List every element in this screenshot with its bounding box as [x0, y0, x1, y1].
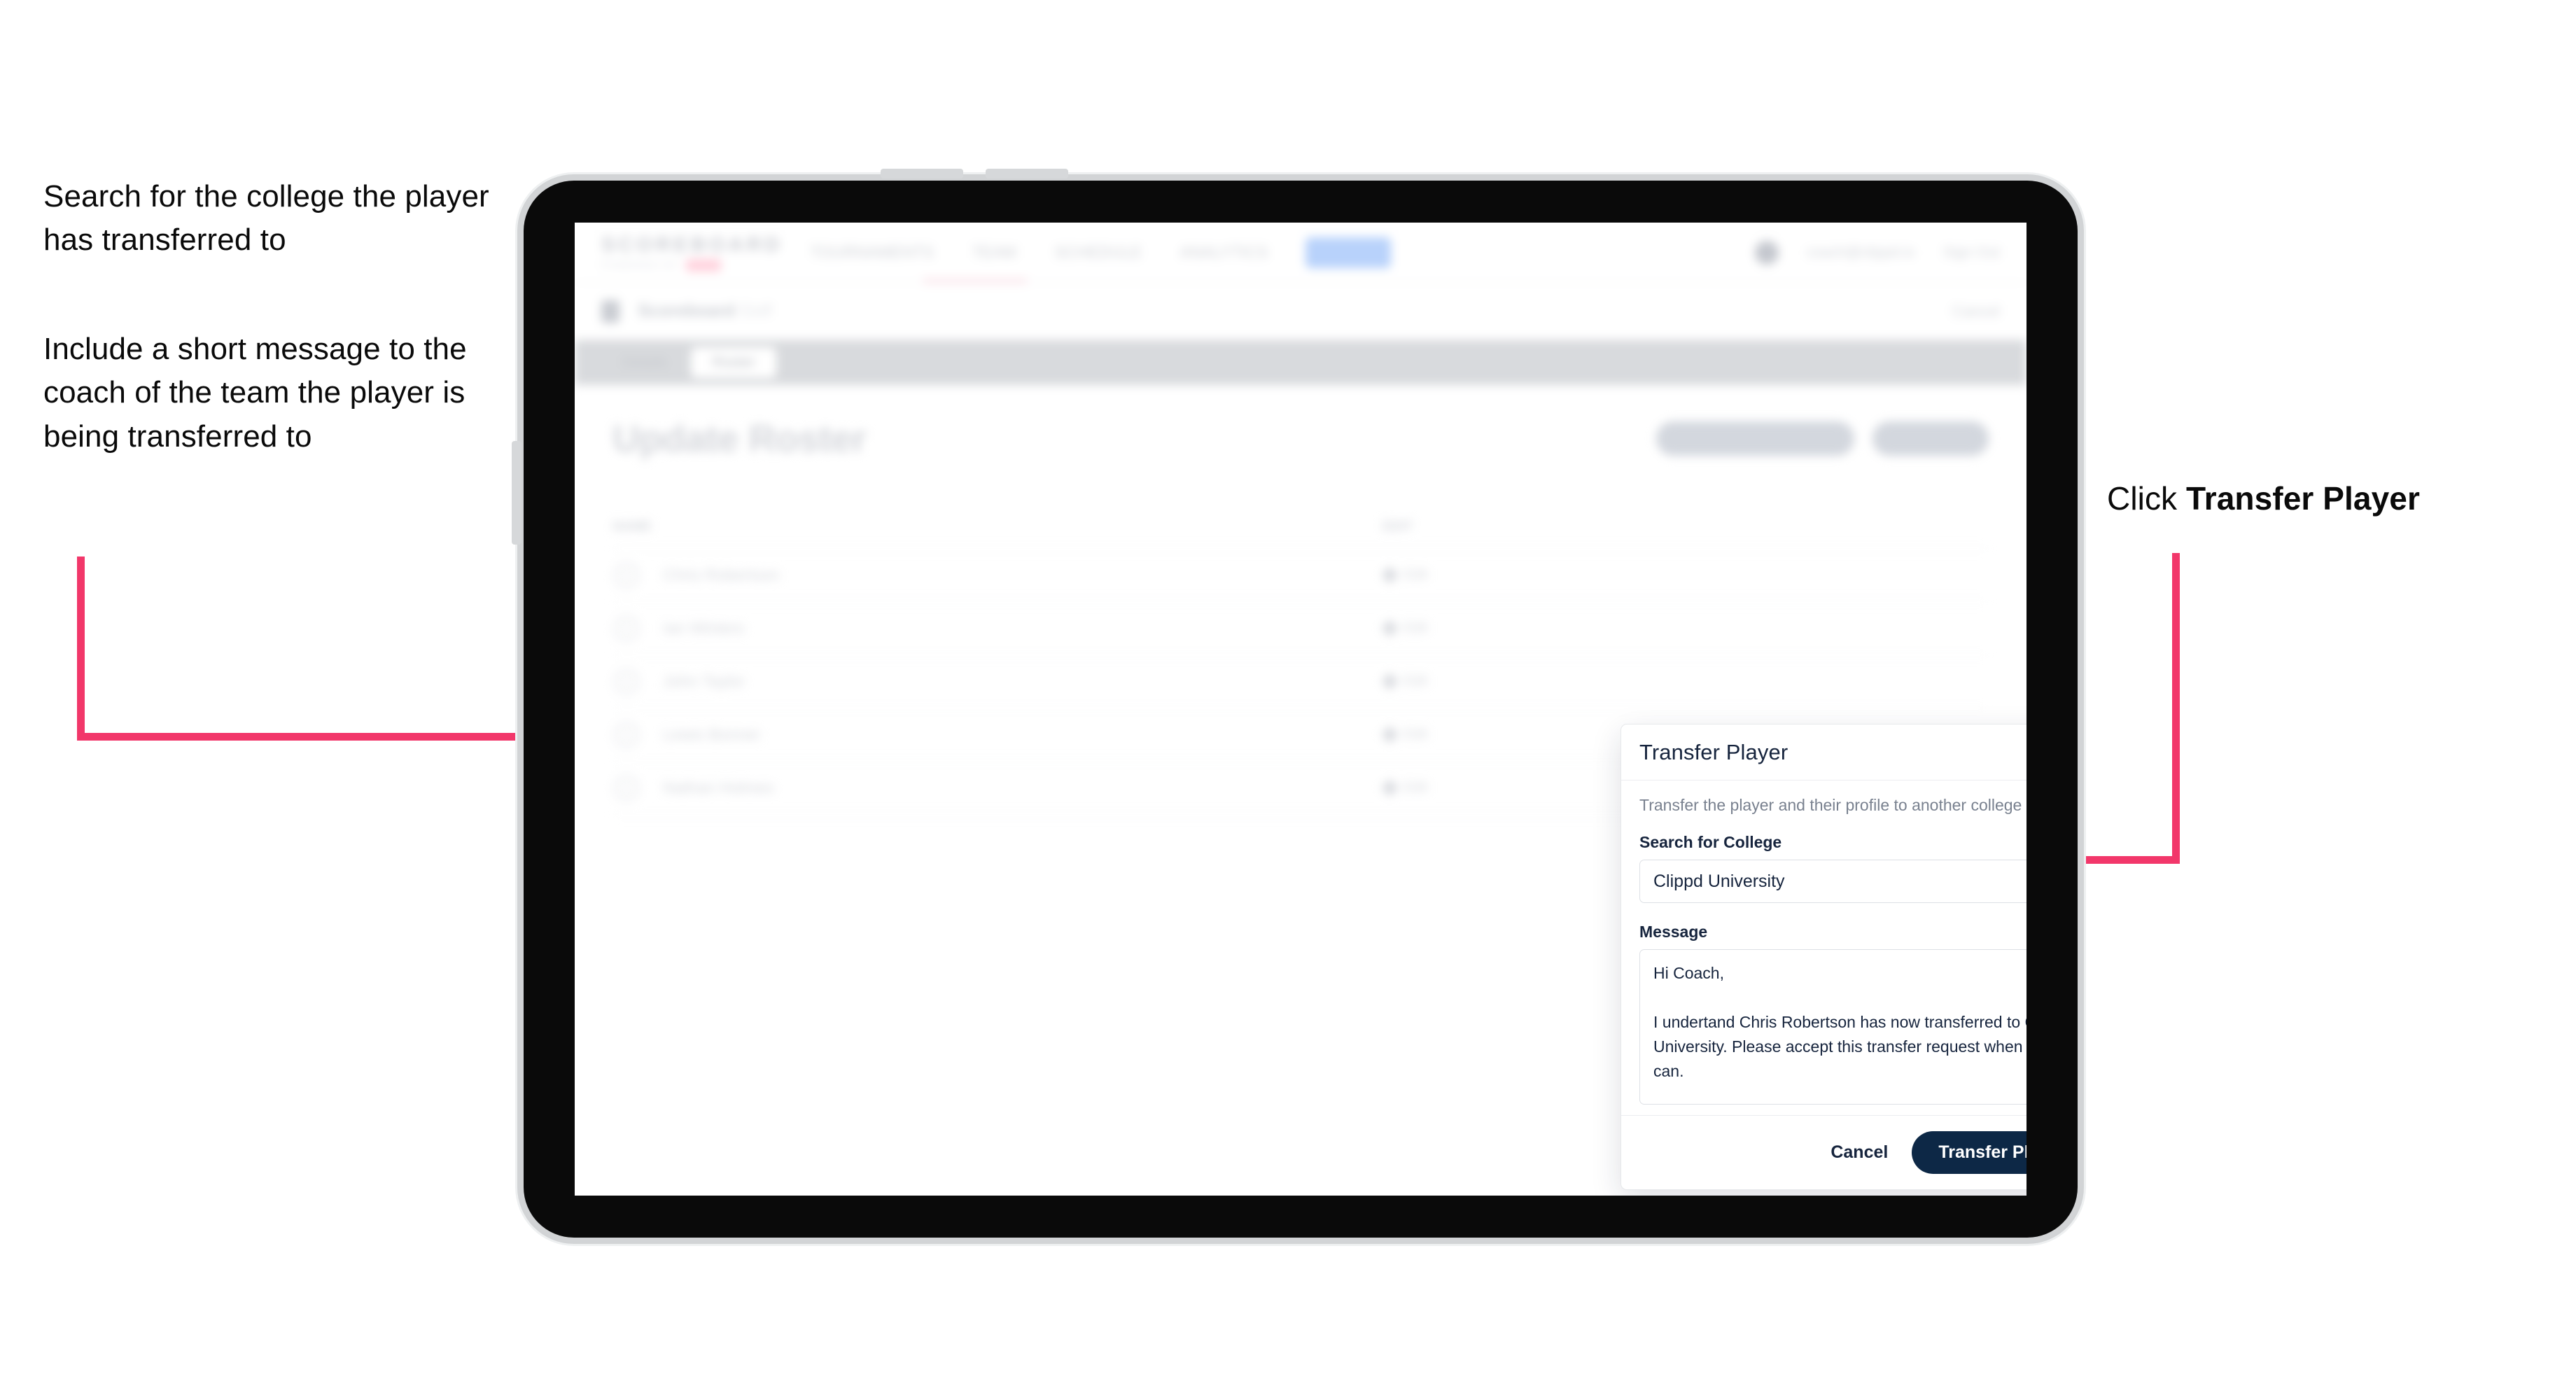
player-avatar [612, 720, 640, 749]
breadcrumb-bar: Scoreboard Golf Cancel [575, 283, 2026, 340]
request-player-transfer-button[interactable]: Request Player Transfer [1656, 421, 1855, 456]
annotation-click-transfer: Click Transfer Player [2107, 476, 2555, 522]
pencil-icon [1381, 779, 1399, 797]
annotation-include-message: Include a short message to the coach of … [43, 332, 467, 454]
nav-item-tournaments[interactable]: TOURNAMENTS [810, 243, 934, 262]
pencil-icon [1381, 566, 1399, 584]
avatar[interactable] [1754, 240, 1779, 265]
sign-out-link[interactable]: Sign Out [1942, 244, 2000, 261]
pencil-icon [1381, 673, 1399, 690]
logo-wordmark: SCOREBOARD [601, 233, 783, 256]
annotation-click-prefix: Click [2107, 480, 2187, 517]
power-button[interactable] [512, 441, 522, 545]
trophy-icon [601, 300, 620, 323]
player-name: Ian Winters [663, 619, 745, 637]
breadcrumb: Scoreboard Golf [638, 301, 772, 321]
column-header-edit: EDIT [1382, 519, 1413, 534]
breadcrumb-primary: Scoreboard [638, 301, 735, 321]
player-name: Lewis Bonner [663, 725, 761, 743]
player-name: Chris Robertson [663, 566, 780, 584]
topbar-user-area: coach@clippd.io Sign Out [1754, 240, 2000, 265]
player-name: John Taylor [663, 672, 746, 690]
dialog-body: Transfer the player and their profile to… [1621, 780, 2026, 1115]
edit-label: Edit [1404, 567, 1428, 582]
section-tabs: Details Roster [575, 340, 2026, 385]
add-player-button[interactable]: Add Player [1872, 421, 1989, 456]
nav-item-team[interactable]: TEAM [972, 243, 1016, 262]
table-header-row: NAME EDIT [612, 505, 1989, 549]
dialog-subtitle: Transfer the player and their profile to… [1639, 796, 2022, 814]
screenshot-canvas: Search for the college the player has tr… [0, 0, 2576, 1386]
app-topbar: SCOREBOARD POWERED BY PGA TOURNAMENTS TE… [575, 223, 2026, 283]
nav-active-underline [923, 279, 1027, 282]
breadcrumb-cancel-link[interactable]: Cancel [1952, 302, 2000, 321]
edit-player-action[interactable]: Edit [1381, 726, 1428, 743]
edit-player-action[interactable]: Edit [1381, 566, 1428, 584]
app-logo[interactable]: SCOREBOARD POWERED BY PGA [601, 233, 783, 272]
volume-down-button[interactable] [986, 169, 1068, 178]
table-row[interactable]: John Taylor Edit [612, 655, 1989, 708]
edit-label: Edit [1404, 727, 1428, 742]
nav-item-schedule[interactable]: SCHEDULE [1054, 243, 1142, 262]
annotation-click-bold: Transfer Player [2186, 480, 2420, 517]
logo-tagline: POWERED BY [601, 260, 680, 270]
dialog-header: Transfer Player [1621, 724, 2026, 780]
tab-roster[interactable]: Roster [691, 347, 777, 378]
dialog-footer: Cancel Transfer Player [1621, 1115, 2026, 1189]
table-row[interactable]: Ian Winters Edit [612, 602, 1989, 655]
page-actions: Request Player Transfer Add Player [1656, 421, 1989, 456]
college-field-label: Search for College [1639, 833, 1782, 851]
annotation-search-college: Search for the college the player has tr… [43, 179, 489, 258]
edit-player-action[interactable]: Edit [1381, 620, 1428, 637]
nav-item-analytics[interactable]: ANALYTICS [1180, 243, 1268, 262]
edit-label: Edit [1404, 673, 1428, 689]
tablet-screen: SCOREBOARD POWERED BY PGA TOURNAMENTS TE… [575, 223, 2026, 1196]
search-college-input[interactable] [1639, 860, 2026, 903]
tab-details[interactable]: Details [601, 347, 688, 378]
player-avatar [612, 667, 640, 696]
edit-player-action[interactable]: Edit [1381, 779, 1428, 797]
transfer-player-button[interactable]: Transfer Player [1912, 1131, 2026, 1174]
message-field-label: Message [1639, 923, 1708, 941]
main-nav: TOURNAMENTS TEAM SCHEDULE ANALYTICS LOGI… [810, 237, 1392, 268]
table-row[interactable]: Chris Robertson Edit [612, 549, 1989, 602]
user-email: coach@clippd.io [1806, 244, 1915, 260]
player-avatar [612, 561, 640, 589]
volume-up-button[interactable] [881, 169, 963, 178]
edit-player-action[interactable]: Edit [1381, 673, 1428, 690]
message-textarea[interactable]: Hi Coach, I undertand Chris Robertson ha… [1639, 949, 2026, 1105]
logo-chip: PGA [686, 258, 722, 272]
player-name: Nathan Holmes [663, 778, 774, 797]
column-header-name: NAME [612, 519, 652, 534]
cancel-button[interactable]: Cancel [1830, 1142, 1888, 1163]
dialog-title: Transfer Player [1639, 740, 1788, 764]
nav-login-button[interactable]: LOGIN [1306, 237, 1392, 268]
pencil-icon [1381, 726, 1399, 743]
transfer-player-dialog: Transfer Player Transfer the player and … [1620, 724, 2026, 1190]
pencil-icon [1381, 620, 1399, 637]
player-avatar [612, 774, 640, 802]
tablet-device-frame: SCOREBOARD POWERED BY PGA TOURNAMENTS TE… [512, 169, 2078, 1238]
edit-label: Edit [1404, 620, 1428, 636]
breadcrumb-secondary: Golf [739, 301, 772, 321]
player-avatar [612, 614, 640, 643]
edit-label: Edit [1404, 780, 1428, 795]
